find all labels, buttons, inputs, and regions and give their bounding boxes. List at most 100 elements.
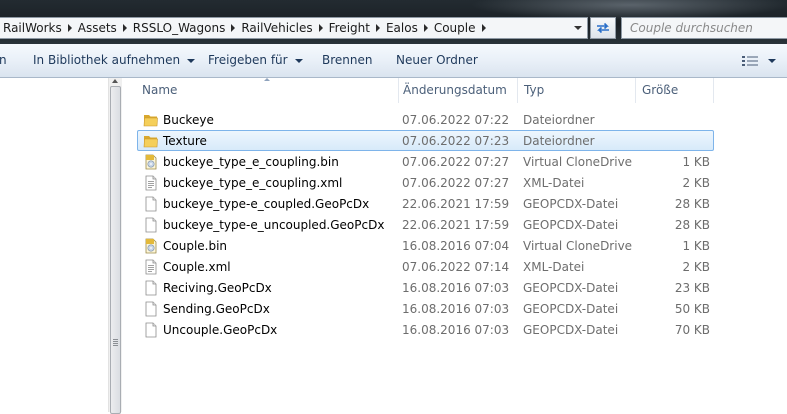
file-date-modified: 07.06.2022 07:27 xyxy=(402,155,510,169)
file-size: 50 KB xyxy=(674,302,710,316)
file-row[interactable]: Uncouple.GeoPcDx 16.08.2016 07:03 GEOPCDX-… xyxy=(137,319,714,340)
file-row[interactable]: buckeye_type-e_uncoupled.GeoPcDx 22.06.20… xyxy=(137,214,714,235)
grip-line xyxy=(113,345,118,346)
column-header-date[interactable]: Änderungsdatum xyxy=(397,78,518,103)
file-date-modified: 22.06.2021 17:59 xyxy=(402,218,510,232)
chevron-right-icon[interactable] xyxy=(231,24,236,32)
file-type: GEOPCDX-Datei xyxy=(523,281,619,295)
file-size: 70 KB xyxy=(674,323,710,337)
blank-file-icon xyxy=(143,322,159,338)
file-row[interactable]: Couple.bin 16.08.2016 07:04 Virtual CloneD… xyxy=(137,235,714,256)
breadcrumb-label: Ealos xyxy=(385,21,418,35)
disc-image-icon xyxy=(143,238,159,254)
breadcrumb-couple[interactable]: Couple xyxy=(431,18,489,38)
file-row[interactable]: Texture 07.06.2022 07:23 Dateiordner xyxy=(137,130,714,151)
file-date-modified: 16.08.2016 07:04 xyxy=(402,239,510,253)
scrollbar-thumb[interactable] xyxy=(110,86,121,414)
file-size: 23 KB xyxy=(674,281,710,295)
file-date-modified: 16.08.2016 07:03 xyxy=(402,302,510,316)
file-size: 28 KB xyxy=(674,197,710,211)
breadcrumb-label: RSSLO_Wagons xyxy=(132,21,226,35)
new-folder-button[interactable]: Neuer Ordner xyxy=(396,44,478,77)
burn-button[interactable]: Brennen xyxy=(322,44,372,77)
details-view-icon xyxy=(742,56,758,66)
breadcrumb-freight[interactable]: Freight xyxy=(326,18,383,38)
file-type: XML-Datei xyxy=(523,260,585,274)
file-name: Texture xyxy=(163,134,207,148)
file-row[interactable]: Sending.GeoPcDx 16.08.2016 07:03 GEOPCDX-D… xyxy=(137,298,714,319)
breadcrumb-assets[interactable]: Assets xyxy=(75,18,130,38)
organize-button[interactable]: n xyxy=(0,44,7,77)
grip-line xyxy=(113,339,118,340)
grip-line xyxy=(113,343,118,344)
add-to-library-label: In Bibliothek aufnehmen xyxy=(33,53,181,67)
chevron-right-icon[interactable] xyxy=(67,24,72,32)
file-date-modified: 16.08.2016 07:03 xyxy=(402,323,510,337)
file-row[interactable]: Couple.xml 07.06.2022 07:14 XML-Datei 2 KB xyxy=(137,256,714,277)
breadcrumb-label: RailVehicles xyxy=(241,21,313,35)
breadcrumb-railvehicles[interactable]: RailVehicles xyxy=(238,18,325,38)
chevron-right-icon[interactable] xyxy=(375,24,380,32)
file-type: GEOPCDX-Datei xyxy=(523,323,619,337)
file-list[interactable]: Name Änderungsdatum Typ Größe Buckeye 07.… xyxy=(123,78,787,412)
chevron-right-icon[interactable] xyxy=(318,24,323,32)
text-file-icon xyxy=(143,175,159,191)
address-bar[interactable]: RailWorks Assets RSSLO_Wagons RailVehicl… xyxy=(0,17,588,39)
address-history-dropdown[interactable] xyxy=(569,18,587,38)
column-header-name[interactable]: Name xyxy=(136,78,399,103)
file-name: Couple.bin xyxy=(163,239,228,253)
column-header-label: Größe xyxy=(642,83,679,97)
file-name: buckeye_type-e_coupled.GeoPcDx xyxy=(163,197,370,211)
column-header-label: Typ xyxy=(524,83,545,97)
column-header-label: Name xyxy=(142,83,178,97)
file-name: Couple.xml xyxy=(163,260,231,274)
file-size: 2 KB xyxy=(682,260,710,274)
breadcrumb-ealos[interactable]: Ealos xyxy=(383,18,431,38)
organize-label: n xyxy=(0,53,7,67)
blank-file-icon xyxy=(143,301,159,317)
file-rows: Buckeye 07.06.2022 07:22 Dateiordner Textu… xyxy=(123,109,787,340)
share-with-button[interactable]: Freigeben für xyxy=(208,44,303,77)
file-size: 2 KB xyxy=(682,176,710,190)
file-name: Sending.GeoPcDx xyxy=(163,302,270,316)
breadcrumb-railworks[interactable]: RailWorks xyxy=(0,18,75,38)
file-type: GEOPCDX-Datei xyxy=(523,218,619,232)
column-header-size[interactable]: Größe xyxy=(636,78,714,103)
new-folder-label: Neuer Ordner xyxy=(396,53,478,67)
file-type: Virtual CloneDrive xyxy=(523,155,633,169)
navigation-pane-scrollbar[interactable] xyxy=(108,78,122,414)
blank-file-icon xyxy=(143,196,159,212)
folder-icon xyxy=(143,112,159,128)
file-row[interactable]: buckeye_type_e_coupling.bin 07.06.2022 07… xyxy=(137,151,714,172)
grip-line xyxy=(113,341,118,342)
breadcrumb-label: Assets xyxy=(77,21,117,35)
chevron-right-icon[interactable] xyxy=(481,24,486,32)
scroll-up-arrow-icon[interactable] xyxy=(112,79,118,83)
navigation-pane[interactable] xyxy=(0,78,108,412)
burn-label: Brennen xyxy=(322,53,373,67)
file-name: buckeye_type_e_coupling.bin xyxy=(163,155,339,169)
chevron-down-icon[interactable] xyxy=(768,59,776,63)
file-row[interactable]: Reciving.GeoPcDx 16.08.2016 07:03 GEOPCDX-… xyxy=(137,277,714,298)
file-type: XML-Datei xyxy=(523,176,585,190)
file-date-modified: 16.08.2016 07:03 xyxy=(402,281,510,295)
breadcrumb-label: RailWorks xyxy=(3,21,62,35)
refresh-button[interactable] xyxy=(590,17,616,39)
file-type: GEOPCDX-Datei xyxy=(523,302,619,316)
chevron-down-icon xyxy=(294,58,303,63)
file-type: Dateiordner xyxy=(523,134,595,148)
column-header-type[interactable]: Typ xyxy=(518,78,636,103)
breadcrumb-rsslo-wagons[interactable]: RSSLO_Wagons xyxy=(130,18,239,38)
add-to-library-button[interactable]: In Bibliothek aufnehmen xyxy=(33,44,196,77)
chevron-down-icon xyxy=(187,58,196,63)
chevron-right-icon[interactable] xyxy=(423,24,428,32)
share-with-label: Freigeben für xyxy=(208,53,288,67)
file-row[interactable]: Buckeye 07.06.2022 07:22 Dateiordner xyxy=(137,109,714,130)
file-row[interactable]: buckeye_type-e_coupled.GeoPcDx 22.06.2021… xyxy=(137,193,714,214)
chevron-right-icon[interactable] xyxy=(122,24,127,32)
change-view-button[interactable] xyxy=(742,53,776,69)
search-input[interactable]: Couple durchsuchen xyxy=(621,17,787,39)
file-size: 28 KB xyxy=(674,218,710,232)
file-row[interactable]: buckeye_type_e_coupling.xml 07.06.2022 07… xyxy=(137,172,714,193)
address-bar-region: RailWorks Assets RSSLO_Wagons RailVehicl… xyxy=(0,0,787,44)
